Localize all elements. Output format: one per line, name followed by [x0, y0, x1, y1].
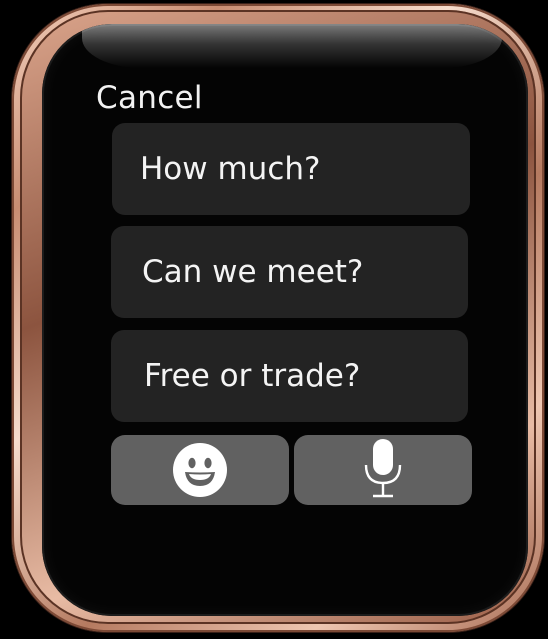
quick-reply-free-or-trade[interactable]: Free or trade?	[111, 330, 468, 422]
screen-glare	[82, 24, 502, 68]
quick-reply-can-we-meet[interactable]: Can we meet?	[111, 226, 468, 318]
smiley-face-icon	[173, 443, 227, 497]
cancel-button[interactable]: Cancel	[96, 80, 203, 116]
quick-reply-label: Can we meet?	[142, 254, 364, 290]
quick-reply-label: How much?	[140, 151, 321, 187]
quick-reply-how-much[interactable]: How much?	[112, 123, 470, 215]
microphone-icon	[364, 439, 402, 498]
emoji-button[interactable]	[111, 435, 289, 505]
dictation-button[interactable]	[294, 435, 472, 505]
watch-screenshot: Cancel How much? Can we meet? Free or tr…	[0, 0, 548, 639]
watch-case	[12, 4, 544, 632]
quick-reply-label: Free or trade?	[144, 358, 361, 394]
